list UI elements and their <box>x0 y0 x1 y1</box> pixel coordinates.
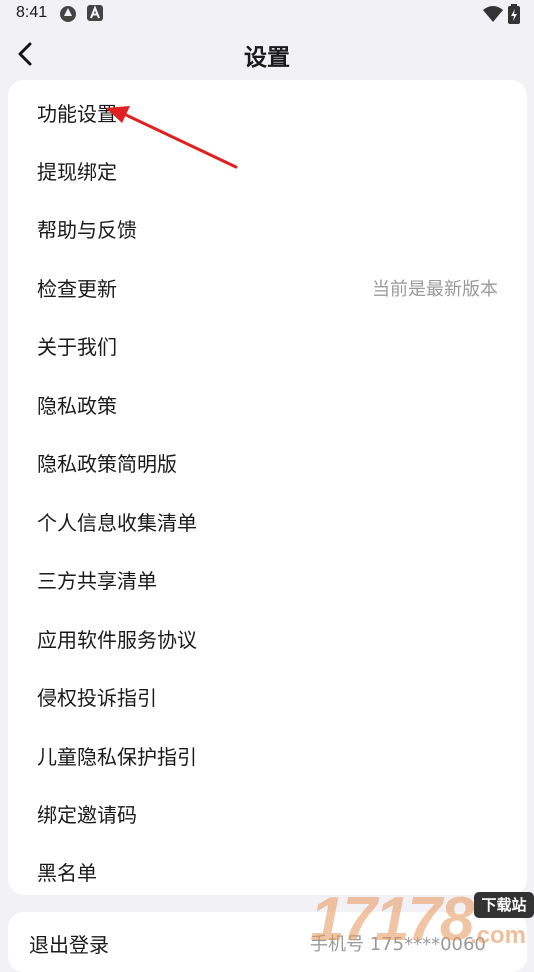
settings-item-label: 侵权投诉指引 <box>37 686 157 710</box>
update-status-text: 当前是最新版本 <box>372 279 498 300</box>
top-bar: 设置 <box>0 28 534 80</box>
settings-item-third-party-sharing[interactable]: 三方共享清单 <box>8 549 527 607</box>
settings-item-about-us[interactable]: 关于我们 <box>8 315 527 373</box>
settings-item-label: 绑定邀请码 <box>37 803 137 827</box>
watermark-badge: 下载站 <box>474 892 534 918</box>
settings-item-label: 黑名单 <box>37 861 97 885</box>
settings-item-child-privacy[interactable]: 儿童隐私保护指引 <box>8 725 527 783</box>
settings-item-label: 关于我们 <box>37 335 117 359</box>
settings-item-label: 提现绑定 <box>37 160 117 184</box>
settings-item-bind-invite-code[interactable]: 绑定邀请码 <box>8 783 527 841</box>
status-time: 8:41 <box>16 4 48 21</box>
settings-item-personal-info-list[interactable]: 个人信息收集清单 <box>8 491 527 549</box>
settings-item-infringement-guide[interactable]: 侵权投诉指引 <box>8 666 527 724</box>
status-bar: 8:41 <box>0 0 534 28</box>
a-badge-icon <box>86 4 104 26</box>
settings-item-label: 三方共享清单 <box>37 569 157 593</box>
settings-item-label: 帮助与反馈 <box>37 218 137 242</box>
settings-item-label: 隐私政策简明版 <box>37 452 177 476</box>
page-title: 设置 <box>244 45 290 71</box>
settings-item-label: 隐私政策 <box>37 394 117 418</box>
settings-item-privacy-policy[interactable]: 隐私政策 <box>8 374 527 432</box>
settings-item-label: 个人信息收集清单 <box>37 511 197 535</box>
battery-icon <box>508 4 520 28</box>
site-watermark: 17178 下载站 .com <box>310 885 534 954</box>
settings-item-function-settings[interactable]: 功能设置 <box>8 82 527 140</box>
settings-item-check-update[interactable]: 检查更新 当前是最新版本 <box>8 257 527 315</box>
watermark-domain: .com <box>470 922 527 949</box>
app-notification-icon <box>58 4 78 28</box>
settings-item-label: 功能设置 <box>37 102 117 126</box>
settings-item-label: 检查更新 <box>37 277 117 301</box>
watermark-digits: 17178 <box>310 885 474 954</box>
settings-item-help-feedback[interactable]: 帮助与反馈 <box>8 198 527 256</box>
settings-item-privacy-policy-brief[interactable]: 隐私政策简明版 <box>8 432 527 490</box>
settings-item-service-agreement[interactable]: 应用软件服务协议 <box>8 608 527 666</box>
settings-item-withdraw-binding[interactable]: 提现绑定 <box>8 140 527 198</box>
settings-list: 功能设置 提现绑定 帮助与反馈 检查更新 当前是最新版本 关于我们 隐私政策 隐… <box>8 80 527 895</box>
wifi-icon <box>482 5 504 27</box>
settings-item-label: 儿童隐私保护指引 <box>37 745 197 769</box>
logout-label: 退出登录 <box>29 933 109 957</box>
settings-item-label: 应用软件服务协议 <box>37 628 197 652</box>
